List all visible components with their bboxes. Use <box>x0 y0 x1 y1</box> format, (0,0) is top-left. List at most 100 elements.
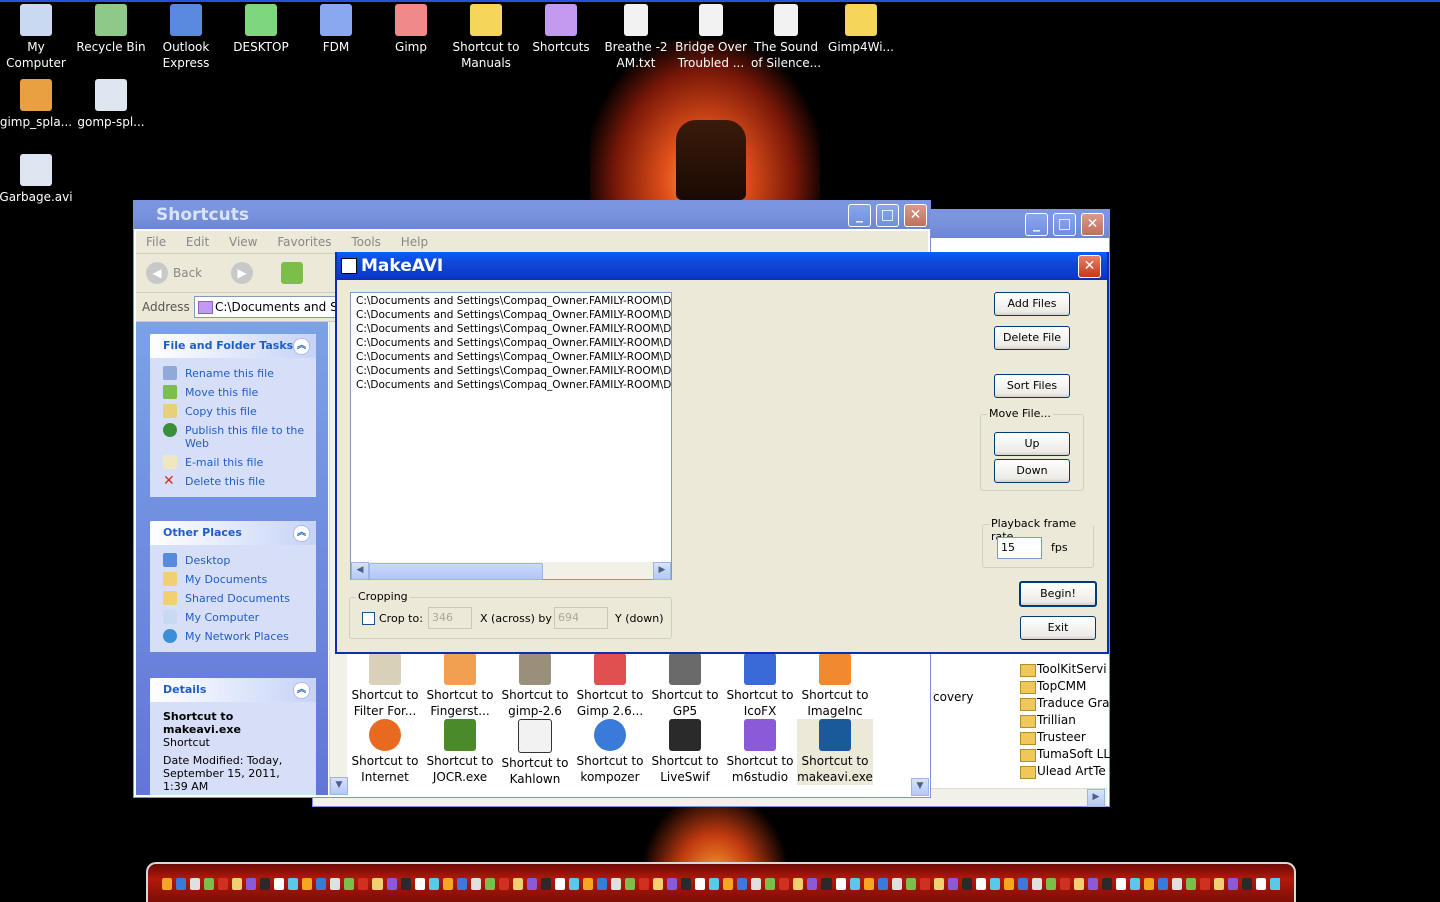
file-shortcut-jocr[interactable]: Shortcut to JOCR.exe <box>422 719 498 785</box>
taskbar-app-icon[interactable] <box>1003 878 1014 890</box>
scroll-down-button[interactable]: ▼ <box>330 777 348 795</box>
task-rename[interactable]: Rename this file <box>150 364 316 383</box>
file-shortcut-liveswif[interactable]: Shortcut to LiveSwif <box>647 719 723 785</box>
close-button[interactable]: ✕ <box>1081 213 1104 236</box>
taskbar-app-icon[interactable] <box>989 878 1000 890</box>
minimize-button[interactable]: _ <box>1025 213 1048 236</box>
back-button-label[interactable]: Back <box>173 266 202 280</box>
collapse-chevron-icon[interactable]: ︽ <box>293 682 310 699</box>
taskbar-app-icon[interactable] <box>232 878 243 890</box>
list-item[interactable]: C:\Documents and Settings\Compaq_Owner.F… <box>351 350 671 364</box>
menu-favorites[interactable]: Favorites <box>277 235 331 249</box>
taskbar-app-icon[interactable] <box>204 878 215 890</box>
task-delete[interactable]: ✕ Delete this file <box>150 472 316 491</box>
file-shortcut-gimp26-docs[interactable]: Shortcut to Gimp 2.6... <box>572 653 648 719</box>
taskbar-app-icon[interactable] <box>1242 878 1253 890</box>
file-shortcut-kahlown[interactable]: Shortcut to Kahlown <box>497 719 573 787</box>
desktop-icon-shortcuts[interactable]: Shortcuts <box>523 4 599 55</box>
taskbar-app-icon[interactable] <box>947 878 958 890</box>
add-files-button[interactable]: Add Files <box>994 292 1070 316</box>
crop-checkbox[interactable] <box>362 612 375 625</box>
taskbar-app-icon[interactable] <box>1186 878 1197 890</box>
taskbar-app-icon[interactable] <box>779 878 790 890</box>
taskbar-app-icon[interactable] <box>653 878 664 890</box>
taskbar-app-icon[interactable] <box>1088 878 1099 890</box>
other-places-header[interactable]: Other Places ︽ <box>150 521 316 545</box>
shortcuts-window-titlebar[interactable]: Shortcuts _ □ ✕ <box>134 201 930 229</box>
makeavi-dialog[interactable]: MakeAVI ✕ C:\Documents and Settings\Comp… <box>335 252 1109 654</box>
taskbar-app-icon[interactable] <box>1102 878 1113 890</box>
folder-item[interactable]: Trusteer <box>1020 729 1110 746</box>
taskbar-app-icon[interactable] <box>358 878 369 890</box>
file-shortcut-internet[interactable]: Shortcut to Internet <box>347 719 423 785</box>
taskbar-app-icon[interactable] <box>582 878 593 890</box>
crop-y-input[interactable]: 694 <box>554 607 608 629</box>
taskbar-app-icon[interactable] <box>1017 878 1028 890</box>
taskbar-app-icon[interactable] <box>596 878 607 890</box>
taskbar-app-icon[interactable] <box>246 878 257 890</box>
taskbar-app-icon[interactable] <box>905 878 916 890</box>
folder-item[interactable]: Traduce Gra <box>1020 695 1110 712</box>
taskbar-app-icon[interactable] <box>961 878 972 890</box>
folder-item[interactable]: ToolKitServi <box>1020 661 1110 678</box>
desktop-icon-recycle-bin[interactable]: Recycle Bin <box>73 4 149 55</box>
taskbar-app-icon[interactable] <box>260 878 271 890</box>
taskbar-app-icon[interactable] <box>1116 878 1127 890</box>
menu-help[interactable]: Help <box>401 235 428 249</box>
file-shortcut-kompozer[interactable]: Shortcut to kompozer <box>572 719 648 785</box>
taskbar-app-icon[interactable] <box>302 878 313 890</box>
desktop-icon-outlook-express[interactable]: Outlook Express <box>148 4 224 71</box>
taskbar-app-icon[interactable] <box>1158 878 1169 890</box>
taskbar-app-icon[interactable] <box>442 878 453 890</box>
taskbar-app-icon[interactable] <box>274 878 285 890</box>
list-item[interactable]: C:\Documents and Settings\Compaq_Owner.F… <box>351 294 671 308</box>
menu-tools[interactable]: Tools <box>351 235 381 249</box>
desktop-icon-gimp[interactable]: Gimp <box>373 4 449 55</box>
place-network[interactable]: My Network Places <box>150 627 316 646</box>
desktop-icon-gimp-splash[interactable]: gimp_spla... <box>0 79 74 130</box>
task-copy[interactable]: Copy this file <box>150 402 316 421</box>
folder-item[interactable]: Trillian <box>1020 712 1110 729</box>
taskbar-app-icon[interactable] <box>751 878 762 890</box>
taskbar-app-icon[interactable] <box>723 878 734 890</box>
scroll-down-button-right[interactable]: ▼ <box>911 778 929 796</box>
taskbar-app-icon[interactable] <box>1074 878 1085 890</box>
scroll-left-button[interactable]: ◀ <box>351 562 369 580</box>
taskbar-app-icon[interactable] <box>176 878 187 890</box>
taskbar-app-icon[interactable] <box>793 878 804 890</box>
place-my-computer[interactable]: My Computer <box>150 608 316 627</box>
file-shortcut-icofx[interactable]: Shortcut to IcoFX <box>722 653 798 719</box>
file-shortcut-filter-forge[interactable]: Shortcut to Filter For... <box>347 653 423 719</box>
taskbar-app-icon[interactable] <box>414 878 425 890</box>
taskbar-app-icon[interactable] <box>498 878 509 890</box>
taskbar-app-icon[interactable] <box>372 878 383 890</box>
frame-rate-input[interactable]: 15 <box>997 537 1042 559</box>
begin-button[interactable]: Begin! <box>1019 581 1097 607</box>
file-shortcut-gp5[interactable]: Shortcut to GP5 <box>647 653 723 719</box>
back-arrow-icon[interactable]: ◀ <box>146 262 168 284</box>
taskbar-app-icon[interactable] <box>190 878 201 890</box>
taskbar-app-icon[interactable] <box>891 878 902 890</box>
desktop-icon-my-computer[interactable]: My Computer <box>0 4 74 71</box>
taskbar-app-icon[interactable] <box>1228 878 1239 890</box>
folder-item[interactable]: Ulead ArtTe <box>1020 763 1110 780</box>
up-folder-icon[interactable] <box>281 262 303 284</box>
list-item[interactable]: C:\Documents and Settings\Compaq_Owner.F… <box>351 308 671 322</box>
file-shortcut-imageinc[interactable]: Shortcut to ImageInc <box>797 653 873 719</box>
minimize-button[interactable]: _ <box>848 204 871 227</box>
place-my-documents[interactable]: My Documents <box>150 570 316 589</box>
desktop-icon-breathe[interactable]: Breathe -2 AM.txt <box>598 4 674 71</box>
taskbar-app-icon[interactable] <box>218 878 229 890</box>
taskbar-app-icon[interactable] <box>470 878 481 890</box>
taskbar-app-icon[interactable] <box>540 878 551 890</box>
list-item[interactable]: C:\Documents and Settings\Compaq_Owner.F… <box>351 336 671 350</box>
task-publish[interactable]: Publish this file to the Web <box>150 421 316 453</box>
crop-x-input[interactable]: 346 <box>428 607 472 629</box>
file-shortcut-fingerstyle[interactable]: Shortcut to Fingerst... <box>422 653 498 719</box>
taskbar-app-icon[interactable] <box>512 878 523 890</box>
taskbar-app-icon[interactable] <box>316 878 327 890</box>
folder-item[interactable]: TopCMM <box>1020 678 1110 695</box>
collapse-chevron-icon[interactable]: ︽ <box>293 525 310 542</box>
maximize-button[interactable]: □ <box>1053 213 1076 236</box>
taskbar-app-icon[interactable] <box>625 878 636 890</box>
